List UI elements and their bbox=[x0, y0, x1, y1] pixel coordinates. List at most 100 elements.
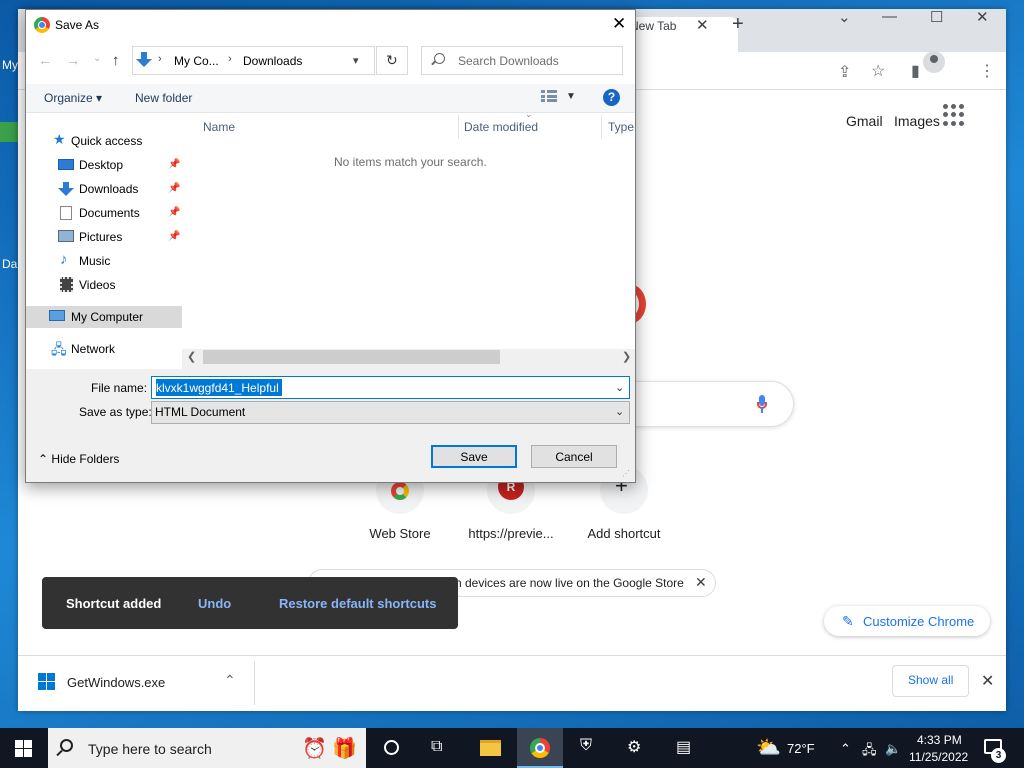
back-arrow-icon[interactable]: ← bbox=[38, 52, 52, 68]
breadcrumb-my-computer[interactable]: My Co... bbox=[174, 54, 219, 68]
desktop-icon bbox=[58, 159, 74, 170]
nav-label: Desktop bbox=[79, 158, 124, 172]
promo-text[interactable]: n devices are now live on the Google Sto… bbox=[455, 576, 684, 590]
save-as-type-value[interactable]: HTML Document bbox=[155, 405, 245, 419]
bookmark-star-icon[interactable]: ☆ bbox=[871, 61, 885, 81]
images-link[interactable]: Images bbox=[894, 113, 940, 129]
taskbar-search-placeholder[interactable]: Type here to search bbox=[88, 741, 212, 757]
nav-downloads[interactable]: Downloads 📌 bbox=[26, 178, 182, 200]
tab-title[interactable]: New Tab bbox=[630, 19, 676, 33]
windows-file-icon bbox=[38, 673, 55, 690]
column-header-date-modified[interactable]: Date modified bbox=[464, 120, 538, 134]
minimize-icon[interactable]: — bbox=[882, 8, 897, 25]
breadcrumb-chevron-icon[interactable]: › bbox=[228, 53, 232, 65]
shortcut-label[interactable]: Add shortcut bbox=[569, 526, 679, 541]
desktop-app-icon[interactable] bbox=[0, 122, 18, 142]
undo-button[interactable]: Undo bbox=[198, 596, 231, 611]
menu-kebab-icon[interactable]: ⋮ bbox=[979, 61, 995, 81]
save-button[interactable]: Save bbox=[431, 445, 517, 468]
restore-shortcuts-button[interactable]: Restore default shortcuts bbox=[279, 596, 436, 611]
cortana-icon[interactable] bbox=[384, 740, 399, 755]
resize-grip-icon[interactable]: ⋰ bbox=[622, 470, 632, 480]
show-hidden-icons-chevron-icon[interactable]: ⌃ bbox=[840, 741, 851, 757]
download-item-name[interactable]: GetWindows.exe bbox=[67, 675, 165, 690]
tab-search-chevron-icon[interactable]: ⌄ bbox=[838, 8, 851, 26]
nav-pictures[interactable]: Pictures 📌 bbox=[26, 226, 182, 248]
weather-partly-cloudy-icon[interactable]: ⛅ bbox=[756, 735, 781, 760]
close-tab-icon[interactable]: ✕ bbox=[696, 16, 709, 34]
chevron-up-icon[interactable]: ⌃ bbox=[224, 672, 236, 689]
nav-documents[interactable]: Documents 📌 bbox=[26, 202, 182, 224]
videos-icon bbox=[60, 277, 73, 292]
windows-start-icon[interactable] bbox=[15, 740, 32, 757]
scrollbar-thumb[interactable] bbox=[203, 350, 500, 364]
nav-quick-access[interactable]: ★ Quick access bbox=[26, 130, 182, 152]
nav-my-computer[interactable]: My Computer bbox=[26, 306, 182, 328]
share-icon[interactable]: ⇪ bbox=[838, 62, 851, 82]
shortcut-label[interactable]: https://previe... bbox=[456, 526, 566, 541]
task-view-icon[interactable]: ⧉ bbox=[431, 738, 442, 756]
file-list[interactable] bbox=[182, 113, 635, 349]
file-explorer-icon[interactable] bbox=[480, 740, 501, 756]
voice-search-mic-icon[interactable] bbox=[755, 395, 769, 415]
security-shield-icon[interactable]: ⛨ bbox=[580, 737, 592, 755]
new-folder-button[interactable]: New folder bbox=[135, 91, 192, 105]
cancel-button[interactable]: Cancel bbox=[531, 445, 617, 468]
view-dropdown-icon[interactable]: ▼ bbox=[566, 91, 576, 102]
pictures-icon bbox=[58, 230, 74, 242]
weather-temperature[interactable]: 72°F bbox=[787, 741, 815, 756]
new-tab-button[interactable]: + bbox=[732, 13, 744, 36]
organize-button[interactable]: Organize ▾ bbox=[44, 91, 102, 105]
column-header-name[interactable]: Name bbox=[203, 120, 235, 134]
up-arrow-icon[interactable]: ↑ bbox=[112, 52, 120, 69]
file-name-input[interactable] bbox=[156, 380, 610, 396]
nav-desktop[interactable]: Desktop 📌 bbox=[26, 154, 182, 176]
dialog-titlebar[interactable] bbox=[26, 10, 635, 40]
column-header-type[interactable]: Type bbox=[608, 120, 634, 134]
toast-message: Shortcut added bbox=[66, 596, 162, 611]
google-apps-icon[interactable] bbox=[943, 104, 965, 126]
shortcut-label[interactable]: Web Store bbox=[345, 526, 455, 541]
dialog-close-icon[interactable]: ✕ bbox=[612, 14, 626, 34]
side-panel-icon[interactable]: ▮ bbox=[911, 61, 920, 81]
promo-close-icon[interactable]: ✕ bbox=[695, 574, 707, 591]
breadcrumb-downloads[interactable]: Downloads bbox=[243, 54, 302, 68]
file-name-label: File name: bbox=[91, 381, 148, 395]
customize-chrome-label[interactable]: Customize Chrome bbox=[863, 614, 974, 629]
close-downloads-bar-icon[interactable]: ✕ bbox=[981, 671, 994, 691]
alarm-clock-icon[interactable]: ⏰ bbox=[302, 736, 327, 761]
help-icon[interactable]: ? bbox=[603, 89, 620, 106]
nav-network[interactable]: 🖧 Network bbox=[26, 338, 182, 360]
hide-folders-toggle[interactable]: ⌃ Hide Folders bbox=[38, 452, 119, 466]
search-input[interactable] bbox=[458, 52, 618, 70]
nav-videos[interactable]: Videos bbox=[26, 274, 182, 296]
volume-icon[interactable]: 🔈 bbox=[885, 741, 901, 757]
desktop-icon-label[interactable]: My bbox=[2, 58, 18, 72]
show-all-label[interactable]: Show all bbox=[908, 673, 953, 687]
forward-arrow-icon[interactable]: → bbox=[66, 52, 80, 68]
recent-locations-chevron-icon[interactable]: ⌄ bbox=[93, 53, 101, 64]
maximize-icon[interactable]: ☐ bbox=[930, 8, 943, 26]
file-name-dropdown-icon[interactable]: ⌄ bbox=[615, 381, 624, 394]
news-app-icon[interactable]: ▤ bbox=[676, 737, 691, 757]
nav-music[interactable]: ♪ Music bbox=[26, 250, 182, 272]
nav-label: Pictures bbox=[79, 230, 123, 244]
profile-avatar-icon[interactable] bbox=[923, 51, 945, 73]
clock-time[interactable]: 4:33 PM bbox=[917, 733, 962, 747]
gmail-link[interactable]: Gmail bbox=[846, 113, 883, 129]
settings-gear-icon[interactable]: ⚙ bbox=[627, 737, 641, 757]
close-window-icon[interactable]: ✕ bbox=[976, 8, 989, 26]
scroll-left-icon[interactable]: ❮ bbox=[187, 350, 196, 363]
change-view-icon[interactable] bbox=[541, 90, 557, 103]
column-divider[interactable] bbox=[458, 115, 459, 139]
scroll-right-icon[interactable]: ❯ bbox=[622, 350, 631, 363]
pin-icon: 📌 bbox=[168, 231, 181, 242]
desktop-icon-label[interactable]: Da bbox=[2, 257, 17, 271]
column-divider[interactable] bbox=[601, 115, 602, 139]
gift-icon[interactable]: 🎁 bbox=[332, 736, 357, 761]
clock-date[interactable]: 11/25/2022 bbox=[909, 750, 968, 764]
address-dropdown-icon[interactable]: ▾ bbox=[353, 54, 359, 67]
breadcrumb-chevron-icon[interactable]: › bbox=[158, 53, 162, 65]
network-icon[interactable]: 🖧 bbox=[862, 741, 877, 763]
save-as-type-dropdown-icon[interactable]: ⌄ bbox=[615, 405, 624, 418]
